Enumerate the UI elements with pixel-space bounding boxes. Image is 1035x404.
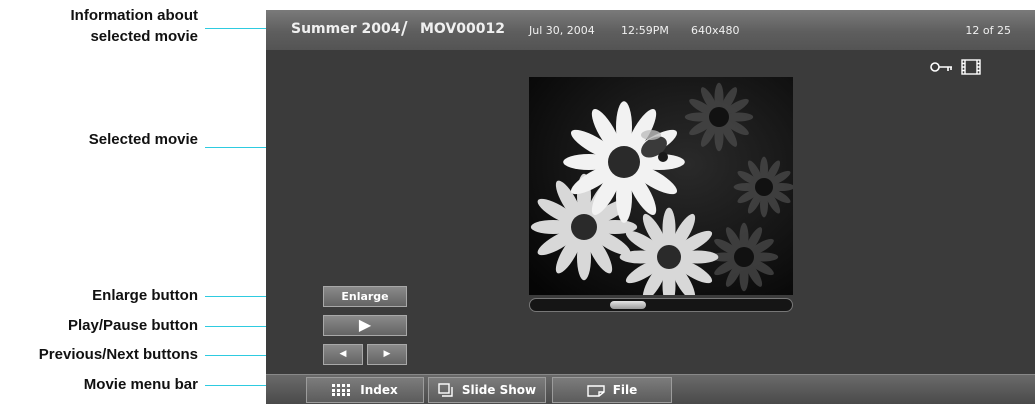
movie-info-bar: Summer 2004 / MOV00012 Jul 30, 2004 12:5… <box>266 10 1035 50</box>
file-icon <box>587 384 605 397</box>
previous-button[interactable]: ◀ <box>323 344 363 365</box>
callout-info-line1: Information about <box>70 7 199 24</box>
status-icons <box>928 57 988 77</box>
slideshow-icon <box>438 382 453 397</box>
slideshow-menu-button[interactable]: Slide Show <box>428 377 546 403</box>
movie-menu-bar: Index Slide Show File <box>266 374 1035 404</box>
file-menu-label: File <box>612 383 638 397</box>
film-icon <box>961 59 981 75</box>
movie-name: MOV00012 <box>420 21 505 37</box>
movie-time: 12:59PM <box>621 24 669 37</box>
callout-info-line2: selected movie <box>90 28 198 45</box>
callout-play-pause-button: Play/Pause button <box>67 317 198 334</box>
grid-icon <box>332 384 351 396</box>
key-icon <box>930 62 952 72</box>
playback-progress-bar[interactable] <box>529 298 793 312</box>
next-button[interactable]: ▶ <box>367 344 407 365</box>
album-name: Summer 2004 <box>291 21 401 37</box>
index-menu-button[interactable]: Index <box>306 377 424 403</box>
enlarge-button[interactable]: Enlarge <box>323 286 407 307</box>
movie-date: Jul 30, 2004 <box>529 24 595 37</box>
callout-enlarge-button: Enlarge button <box>92 287 198 304</box>
file-menu-button[interactable]: File <box>552 377 672 403</box>
progress-knob[interactable] <box>609 301 646 309</box>
slideshow-menu-label: Slide Show <box>461 383 537 397</box>
movie-position: 12 of 25 <box>965 24 1011 37</box>
path-separator: / <box>401 18 408 39</box>
callout-prev-next-buttons: Previous/Next buttons <box>38 346 198 363</box>
index-menu-label: Index <box>360 383 398 397</box>
selected-movie-thumbnail[interactable] <box>529 77 793 295</box>
callout-movie-menu-bar: Movie menu bar <box>83 376 198 393</box>
callout-selected-movie: Selected movie <box>88 131 198 148</box>
movie-resolution: 640x480 <box>691 24 740 37</box>
play-pause-button[interactable]: ▶ <box>323 315 407 336</box>
tv-screen: Summer 2004 / MOV00012 Jul 30, 2004 12:5… <box>266 10 1035 404</box>
